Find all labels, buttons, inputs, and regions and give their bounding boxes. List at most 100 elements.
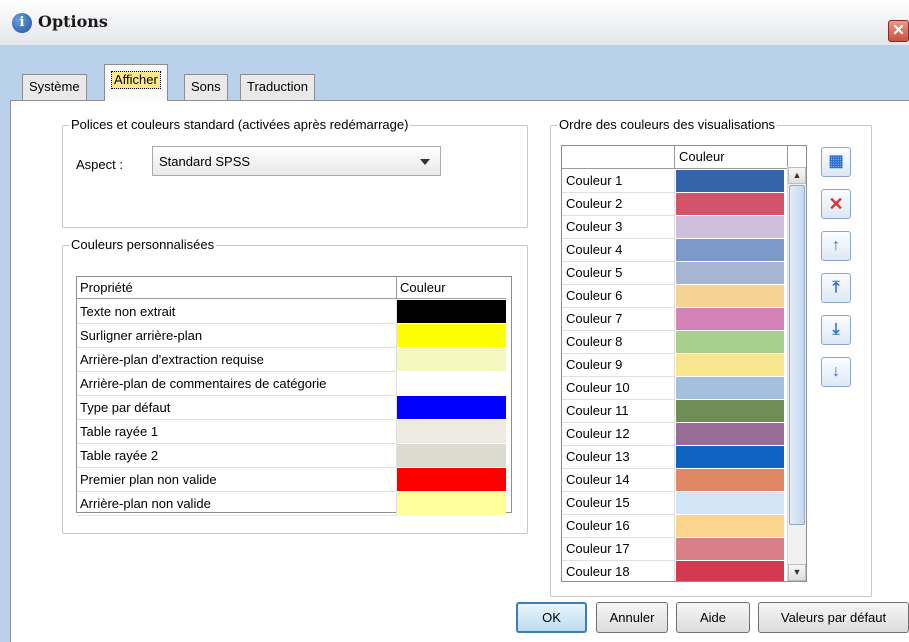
- ok-button[interactable]: OK: [516, 602, 587, 633]
- fonts-group-legend: Polices et couleurs standard (activées a…: [69, 117, 411, 132]
- list-item[interactable]: Couleur 7: [562, 308, 675, 331]
- color-swatch[interactable]: [397, 396, 506, 420]
- color-swatch[interactable]: [676, 239, 784, 262]
- color-swatch[interactable]: [397, 444, 506, 468]
- table-row[interactable]: Arrière-plan non valide: [77, 492, 397, 516]
- tab-label: Traduction: [247, 79, 308, 94]
- tab-traduction[interactable]: Traduction: [240, 74, 315, 100]
- color-swatch[interactable]: [676, 423, 784, 446]
- list-item[interactable]: Couleur 13: [562, 446, 675, 469]
- cancel-button[interactable]: Annuler: [596, 602, 668, 633]
- color-swatch[interactable]: [397, 420, 506, 444]
- color-swatch[interactable]: [676, 285, 784, 308]
- column-header-color[interactable]: Couleur: [675, 146, 788, 169]
- scroll-up-arrow-icon[interactable]: ▲: [788, 167, 806, 184]
- viz-order-legend: Ordre des couleurs des visualisations: [557, 117, 778, 132]
- tab-afficher[interactable]: Afficher: [104, 64, 168, 101]
- delete-color-button[interactable]: ✕: [821, 189, 851, 219]
- color-swatch[interactable]: [676, 469, 784, 492]
- list-item[interactable]: Couleur 11: [562, 400, 675, 423]
- color-swatch[interactable]: [397, 348, 506, 372]
- list-item[interactable]: Couleur 5: [562, 262, 675, 285]
- tab-systeme[interactable]: Système: [22, 74, 87, 100]
- fonts-group: Polices et couleurs standard (activées a…: [62, 117, 528, 228]
- column-header-property[interactable]: Propriété: [77, 277, 397, 299]
- color-swatch[interactable]: [676, 262, 784, 285]
- scroll-thumb[interactable]: [789, 185, 805, 525]
- color-swatch[interactable]: [676, 492, 784, 515]
- list-item[interactable]: Couleur 18: [562, 561, 675, 581]
- color-swatch[interactable]: [676, 170, 784, 193]
- color-swatch[interactable]: [676, 331, 784, 354]
- list-item[interactable]: Couleur 6: [562, 285, 675, 308]
- title-bar: i Options ✕: [0, 0, 909, 46]
- app-logo-icon: i: [12, 13, 32, 33]
- move-top-button[interactable]: ⤒: [821, 273, 851, 303]
- close-button[interactable]: ✕: [888, 20, 909, 42]
- color-swatch[interactable]: [676, 308, 784, 331]
- scroll-down-arrow-icon[interactable]: ▼: [788, 564, 806, 581]
- defaults-button[interactable]: Valeurs par défaut: [758, 602, 909, 633]
- color-swatch[interactable]: [676, 400, 784, 423]
- color-swatch[interactable]: [397, 468, 506, 492]
- table-row[interactable]: Arrière-plan de commentaires de catégori…: [77, 372, 397, 396]
- list-item[interactable]: Couleur 10: [562, 377, 675, 400]
- tab-sons[interactable]: Sons: [184, 74, 228, 100]
- color-swatch[interactable]: [397, 492, 506, 516]
- viz-colors-table: Couleur Couleur 1 Couleur 2 Couleur 3 Coule…: [561, 145, 807, 582]
- tab-label: Afficher: [111, 71, 161, 89]
- list-item[interactable]: Couleur 8: [562, 331, 675, 354]
- table-row[interactable]: Surligner arrière-plan: [77, 324, 397, 348]
- move-up-button[interactable]: ↑: [821, 231, 851, 261]
- table-row[interactable]: Arrière-plan d'extraction requise: [77, 348, 397, 372]
- list-item[interactable]: Couleur 3: [562, 216, 675, 239]
- window-title: Options: [38, 12, 108, 31]
- list-item[interactable]: Couleur 2: [562, 193, 675, 216]
- table-row[interactable]: Table rayée 2: [77, 444, 397, 468]
- arrow-down-icon: ↓: [832, 363, 840, 380]
- list-item[interactable]: Couleur 1: [562, 170, 675, 193]
- aspect-select[interactable]: Standard SPSS: [152, 146, 441, 176]
- delete-icon: ✕: [828, 194, 844, 214]
- tab-label: Sons: [191, 79, 221, 94]
- color-swatch[interactable]: [676, 561, 784, 581]
- aspect-label: Aspect :: [76, 157, 123, 172]
- list-item[interactable]: Couleur 16: [562, 515, 675, 538]
- move-bottom-button[interactable]: ⤓: [821, 315, 851, 345]
- list-item[interactable]: Couleur 9: [562, 354, 675, 377]
- add-color-button[interactable]: ▦: [821, 147, 851, 177]
- color-swatch[interactable]: [676, 377, 784, 400]
- arrow-up-icon: ↑: [832, 237, 840, 254]
- move-down-button[interactable]: ↓: [821, 357, 851, 387]
- column-header-blank: [562, 146, 675, 169]
- color-swatch[interactable]: [397, 300, 506, 324]
- table-row[interactable]: Table rayée 1: [77, 420, 397, 444]
- aspect-value: Standard SPSS: [159, 154, 251, 169]
- list-item[interactable]: Couleur 14: [562, 469, 675, 492]
- color-swatch[interactable]: [676, 446, 784, 469]
- table-row[interactable]: Type par défaut: [77, 396, 397, 420]
- color-swatch[interactable]: [676, 354, 784, 377]
- list-item[interactable]: Couleur 17: [562, 538, 675, 561]
- arrow-bottom-icon: ⤓: [832, 321, 840, 338]
- arrow-top-icon: ⤒: [832, 279, 840, 296]
- custom-colors-table: Propriété Couleur Texte non extrait Surli…: [76, 276, 512, 516]
- color-swatch[interactable]: [397, 372, 506, 396]
- list-item[interactable]: Couleur 15: [562, 492, 675, 515]
- color-swatch[interactable]: [676, 193, 784, 216]
- list-item[interactable]: Couleur 4: [562, 239, 675, 262]
- table-row[interactable]: Premier plan non valide: [77, 468, 397, 492]
- color-swatch[interactable]: [676, 515, 784, 538]
- color-swatch[interactable]: [676, 216, 784, 239]
- custom-colors-legend: Couleurs personnalisées: [69, 237, 217, 252]
- color-swatch[interactable]: [676, 538, 784, 561]
- column-header-color[interactable]: Couleur: [397, 277, 506, 299]
- list-item[interactable]: Couleur 12: [562, 423, 675, 446]
- help-button[interactable]: Aide: [676, 602, 750, 633]
- add-color-icon: ▦: [828, 153, 844, 170]
- color-swatch[interactable]: [397, 324, 506, 348]
- tab-label: Système: [29, 79, 80, 94]
- viz-colors-scrollbar[interactable]: ▲ ▼: [787, 167, 806, 581]
- table-row[interactable]: Texte non extrait: [77, 300, 397, 324]
- chevron-down-icon: [420, 159, 430, 165]
